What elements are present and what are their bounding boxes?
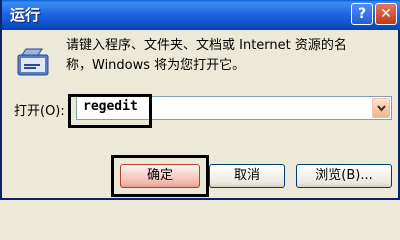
run-dialog: 运行 ? ✕ 请键入程序、文件夹、文档或 Internet 资源的名 称，Win… — [0, 0, 400, 200]
highlight-box-input — [68, 94, 152, 128]
close-button[interactable]: ✕ — [375, 3, 397, 25]
description-line-1: 请键入程序、文件夹、文档或 Internet 资源的名 — [66, 38, 347, 53]
run-icon — [17, 48, 49, 76]
description-text: 请键入程序、文件夹、文档或 Internet 资源的名 称，Windows 将为… — [66, 36, 396, 76]
help-button[interactable]: ? — [351, 3, 373, 25]
dropdown-button[interactable] — [372, 98, 390, 118]
title-bar[interactable]: 运行 ? ✕ — [2, 0, 400, 30]
browse-button[interactable]: 浏览(B)... — [296, 164, 392, 188]
window-title: 运行 — [10, 6, 41, 24]
highlight-box-ok — [111, 155, 209, 197]
close-icon: ✕ — [380, 6, 392, 22]
description-line-2: 称，Windows 将为您打开它。 — [66, 58, 246, 73]
open-label: 打开(O): — [14, 104, 65, 119]
cancel-button[interactable]: 取消 — [209, 164, 285, 188]
chevron-down-icon — [377, 105, 386, 112]
